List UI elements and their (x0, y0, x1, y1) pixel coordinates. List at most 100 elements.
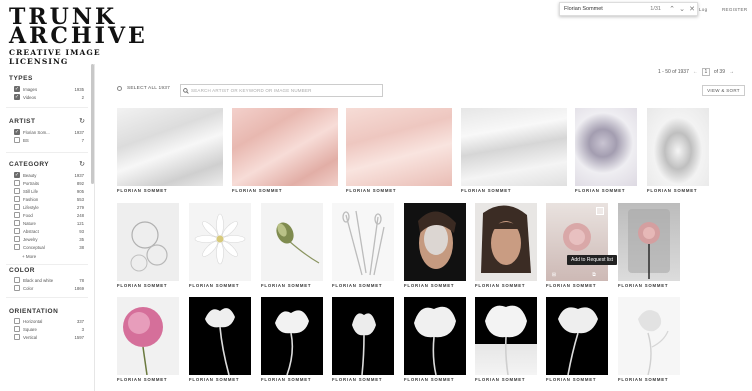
result-image[interactable] (475, 297, 537, 375)
filter-category-jewelry[interactable]: Jewelry 35 (14, 235, 84, 243)
checkbox[interactable] (14, 212, 20, 218)
result-image[interactable] (346, 108, 452, 186)
checkbox[interactable] (14, 137, 20, 143)
more-categories-link[interactable]: + More (22, 254, 36, 259)
filter-orientation-square[interactable]: Square 3 (14, 325, 84, 333)
result-tile[interactable]: FLORIAN SOMMET (575, 108, 637, 194)
result-image[interactable] (189, 297, 251, 375)
checkbox[interactable] (14, 244, 20, 250)
checkbox[interactable]: ✓ (14, 172, 20, 178)
result-image[interactable] (261, 203, 323, 281)
result-tile[interactable]: FLORIAN SOMMET (618, 203, 680, 291)
result-image[interactable] (189, 203, 251, 281)
checkbox[interactable] (14, 236, 20, 242)
select-all-radio[interactable] (117, 86, 122, 91)
filter-category-nature[interactable]: Nature 121 (14, 219, 84, 227)
result-tile[interactable]: FLORIAN SOMMET (404, 203, 466, 291)
find-prev-icon[interactable]: ⌃ (667, 5, 677, 13)
filter-orientation-vertical[interactable]: Vertical 1597 (14, 333, 84, 341)
result-tile[interactable]: FLORIAN SOMMET (475, 297, 537, 387)
result-tile[interactable]: FLORIAN SOMMET (461, 108, 567, 194)
sidebar-scrollbar[interactable] (91, 64, 94, 184)
result-image[interactable] (404, 203, 466, 281)
select-checkbox[interactable] (596, 207, 604, 215)
artist-reset-icon[interactable]: ↻ (79, 117, 85, 125)
result-tile[interactable]: FLORIAN SOMMET (261, 297, 323, 387)
result-image[interactable] (332, 297, 394, 375)
filter-artist-bs[interactable]: BS 7 (14, 136, 84, 144)
result-image[interactable] (618, 297, 680, 375)
filter-color-bw[interactable]: Black and white 78 (14, 276, 84, 284)
result-image[interactable] (117, 297, 179, 375)
login-link[interactable]: Log (699, 7, 707, 12)
result-tile[interactable]: FLORIAN SOMMET (261, 203, 323, 291)
result-image[interactable] (232, 108, 338, 186)
result-image[interactable] (461, 108, 567, 186)
filter-category-lifestyle[interactable]: Lifestyle 279 (14, 203, 84, 211)
category-reset-icon[interactable]: ↻ (79, 160, 85, 168)
filter-category-beauty[interactable]: ✓ Beauty 1937 (14, 171, 84, 179)
result-tile[interactable]: FLORIAN SOMMET (117, 203, 179, 291)
result-tile[interactable]: FLORIAN SOMMET (647, 108, 709, 194)
filter-category-food[interactable]: Food 248 (14, 211, 84, 219)
checkbox[interactable] (14, 196, 20, 202)
result-image[interactable] (475, 203, 537, 281)
result-tile[interactable]: FLORIAN SOMMET (232, 108, 338, 194)
select-all[interactable]: SELECT ALL 1937 (117, 86, 170, 91)
result-tile[interactable]: FLORIAN SOMMET (189, 203, 251, 291)
result-tile[interactable]: FLORIAN SOMMET (332, 203, 394, 291)
checkbox[interactable] (14, 220, 20, 226)
find-next-icon[interactable]: ⌄ (677, 5, 687, 13)
checkbox[interactable] (14, 334, 20, 340)
register-link[interactable]: REGISTER (722, 7, 747, 12)
checkbox[interactable] (14, 204, 20, 210)
filter-category-portraits[interactable]: Portraits 892 (14, 179, 84, 187)
result-image[interactable] (647, 108, 709, 186)
result-image[interactable]: ⊞ ⧉ (546, 203, 608, 281)
result-tile[interactable]: FLORIAN SOMMET (117, 108, 223, 194)
result-tile[interactable]: FLORIAN SOMMET (475, 203, 537, 291)
lightbox-icon[interactable]: ⧉ (590, 272, 598, 278)
filter-types-images[interactable]: ✓ Images 1935 (14, 85, 84, 93)
filter-artist-florian[interactable]: ✓ Florian Som... 1937 (14, 128, 84, 136)
result-tile-hovered[interactable]: ⊞ ⧉ FLORIAN SOMMET (546, 203, 608, 291)
filter-category-fashion[interactable]: Fashion 553 (14, 195, 84, 203)
filter-orientation-horizontal[interactable]: Horizontal 337 (14, 317, 84, 325)
result-image[interactable] (575, 108, 637, 186)
page-input[interactable]: 1 (701, 68, 710, 76)
filter-types-videos[interactable]: ✓ Videos 2 (14, 93, 84, 101)
logo[interactable]: TRUNK ARCHIVE CREATIVE IMAGE LICENSING (9, 6, 149, 66)
result-tile[interactable]: FLORIAN SOMMET (404, 297, 466, 387)
result-tile[interactable]: FLORIAN SOMMET (332, 297, 394, 387)
result-image[interactable] (618, 203, 680, 281)
search-input[interactable]: SEARCH ARTIST OR KEYWORD OR IMAGE NUMBER (180, 84, 383, 97)
checkbox[interactable]: ✓ (14, 86, 20, 92)
checkbox[interactable]: ✓ (14, 129, 20, 135)
checkbox[interactable] (14, 180, 20, 186)
checkbox[interactable] (14, 318, 20, 324)
checkbox[interactable] (14, 188, 20, 194)
filter-category-still-life[interactable]: Still Life 905 (14, 187, 84, 195)
result-tile[interactable]: FLORIAN SOMMET (117, 297, 179, 387)
view-sort-button[interactable]: VIEW & SORT (702, 85, 745, 96)
result-image[interactable] (117, 108, 223, 186)
find-query[interactable]: Florian Sommet (560, 6, 650, 12)
result-tile[interactable]: FLORIAN SOMMET (546, 297, 608, 387)
chevron-left-icon[interactable]: ← (693, 69, 698, 75)
filter-category-abstract[interactable]: Abstract 93 (14, 227, 84, 235)
filter-category-conceptual[interactable]: Conceptual 38 (14, 243, 84, 251)
checkbox[interactable] (14, 277, 20, 283)
add-to-request-icon[interactable]: ⊞ (550, 272, 558, 278)
result-image[interactable] (332, 203, 394, 281)
result-tile[interactable]: FLORIAN SOMMET (346, 108, 452, 194)
checkbox[interactable]: ✓ (14, 94, 20, 100)
chevron-right-icon[interactable]: → (729, 69, 734, 75)
result-tile[interactable]: FLORIAN SOMMET (618, 297, 680, 387)
result-tile[interactable]: FLORIAN SOMMET (189, 297, 251, 387)
result-image[interactable] (404, 297, 466, 375)
filter-color-color[interactable]: Color 1869 (14, 284, 84, 292)
checkbox[interactable] (14, 228, 20, 234)
result-image[interactable] (261, 297, 323, 375)
result-image[interactable] (117, 203, 179, 281)
checkbox[interactable] (14, 285, 20, 291)
